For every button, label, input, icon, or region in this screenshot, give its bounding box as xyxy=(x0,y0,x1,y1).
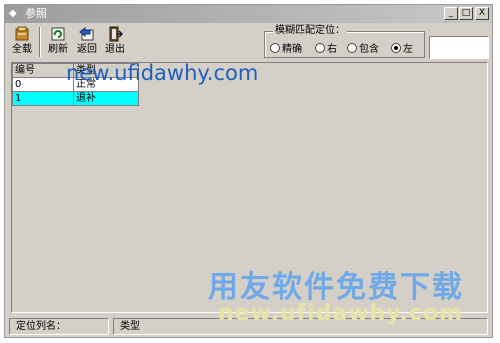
table-row-selected[interactable]: 1 退补 xyxy=(12,91,139,106)
radio-exact-indicator xyxy=(270,43,280,53)
exit-label: 退出 xyxy=(105,44,125,55)
watermark-url-top: new.ufidawhy.com xyxy=(66,61,259,85)
refresh-button[interactable]: 刷新 xyxy=(43,26,73,58)
refresh-icon xyxy=(51,27,65,41)
radio-right-indicator xyxy=(315,43,325,53)
watermark-slogan: 用友软件免费下载 xyxy=(208,270,464,305)
load-all-label: 全载 xyxy=(12,44,32,55)
window-title: 参照 xyxy=(25,7,47,20)
fuzzy-match-legend: 模糊匹配定位： xyxy=(273,25,347,37)
exit-button[interactable]: 退出 xyxy=(100,26,130,58)
load-all-icon xyxy=(15,26,29,41)
column-header-code[interactable]: 编号 xyxy=(12,63,74,78)
watermark-url-bottom: new.ufidawhy.com xyxy=(218,301,463,326)
radio-left-indicator xyxy=(391,43,401,53)
radio-contains[interactable]: 包含 xyxy=(347,43,379,56)
exit-icon xyxy=(109,26,123,42)
status-locate-label: 定位列名： xyxy=(9,318,109,335)
title-bar[interactable]: ◆ 参照 _ □ X xyxy=(5,5,492,23)
table-cell-code[interactable]: 1 xyxy=(12,91,74,106)
radio-contains-label: 包含 xyxy=(359,44,379,55)
radio-exact[interactable]: 精确 xyxy=(270,43,302,56)
radio-right[interactable]: 右 xyxy=(315,43,337,56)
minimize-button[interactable]: _ xyxy=(444,7,458,20)
table-cell-code[interactable]: 0 xyxy=(12,77,74,92)
radio-left[interactable]: 左 xyxy=(391,43,413,56)
radio-contains-indicator xyxy=(347,43,357,53)
toolbar-separator xyxy=(39,27,41,57)
return-icon xyxy=(79,26,94,41)
close-button[interactable]: X xyxy=(475,7,489,20)
maximize-button[interactable]: □ xyxy=(459,7,473,20)
locate-input[interactable] xyxy=(429,36,489,59)
radio-right-label: 右 xyxy=(327,44,337,55)
refresh-label: 刷新 xyxy=(48,44,68,55)
load-all-button[interactable]: 全载 xyxy=(7,26,37,58)
return-button[interactable]: 返回 xyxy=(72,26,102,58)
radio-left-label: 左 xyxy=(403,44,413,55)
window-icon: ◆ xyxy=(9,8,17,19)
radio-exact-label: 精确 xyxy=(282,44,302,55)
table-cell-type[interactable]: 退补 xyxy=(73,91,139,106)
return-label: 返回 xyxy=(77,44,97,55)
fuzzy-match-group: 模糊匹配定位： 精确 右 包含 左 xyxy=(264,25,425,58)
